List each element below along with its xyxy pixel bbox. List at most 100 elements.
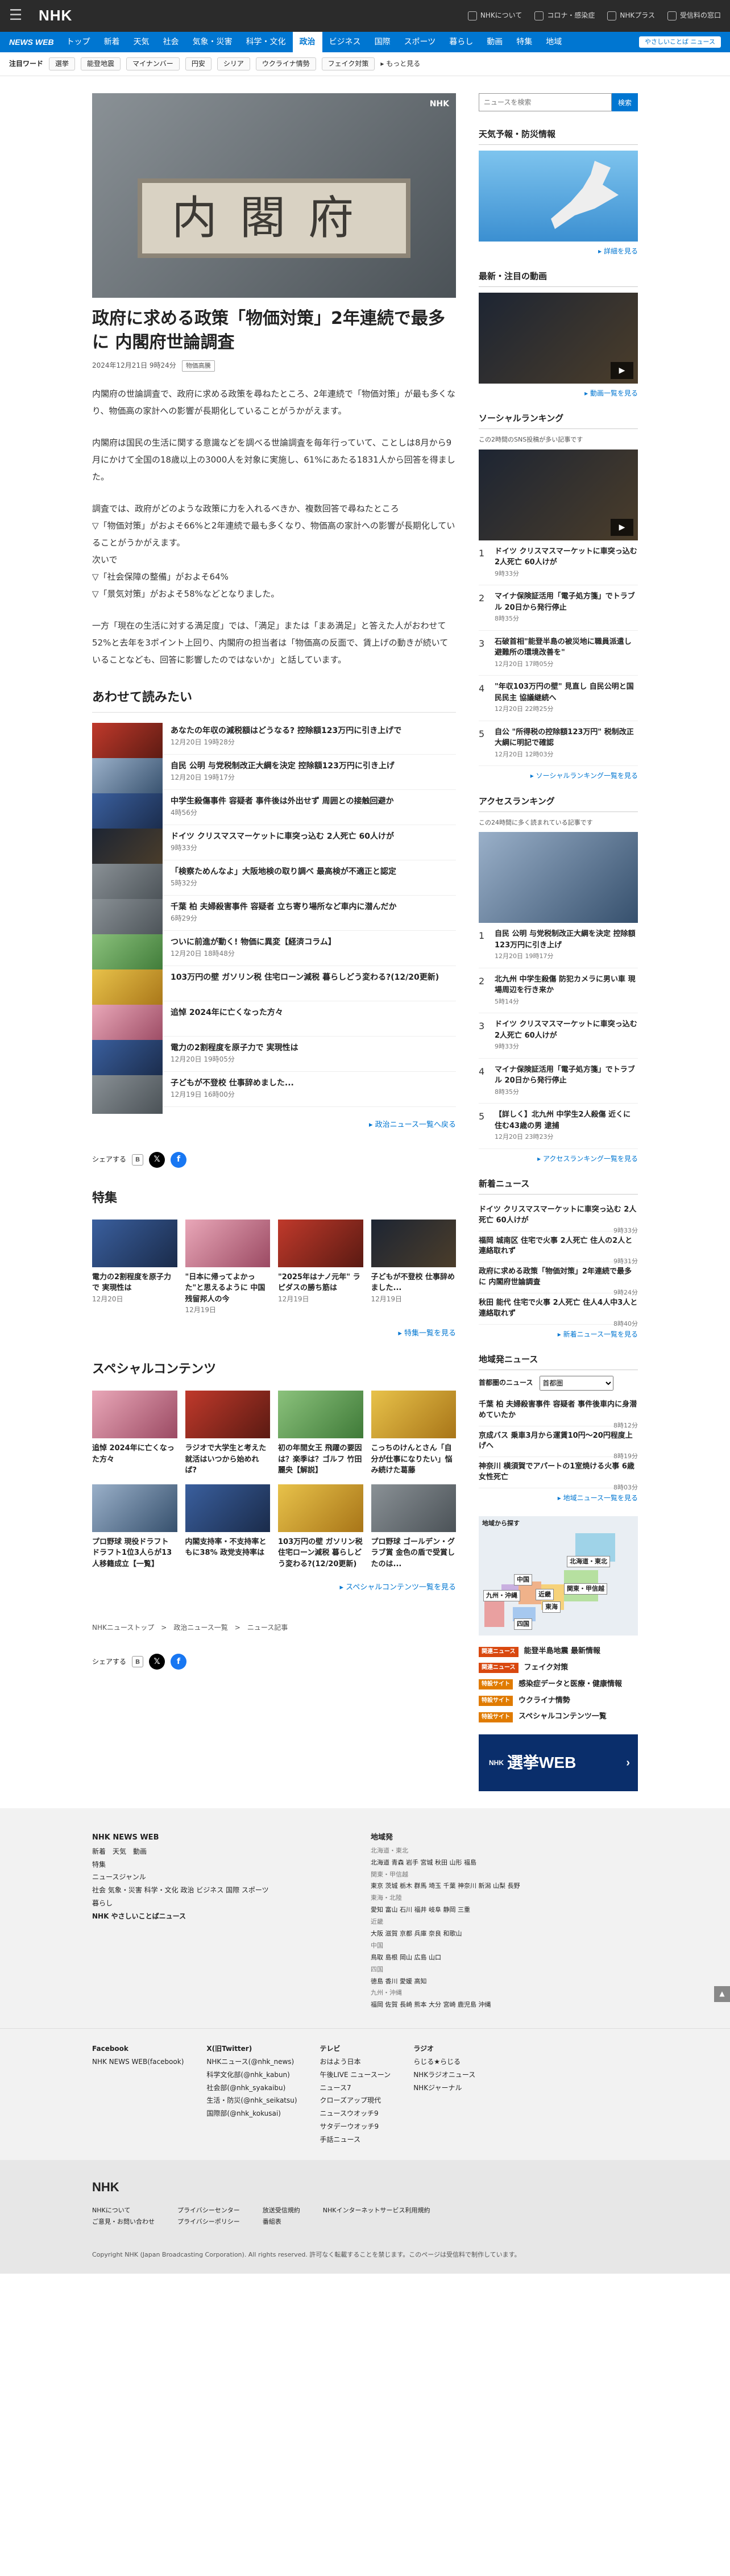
hatena-icon[interactable]: B bbox=[132, 1154, 144, 1166]
nav-video[interactable]: 動画 bbox=[480, 32, 509, 52]
topic-link[interactable]: 関連ニュース フェイク対策 bbox=[479, 1662, 638, 1674]
politics-list-link[interactable]: ▸ 政治ニュース一覧へ戻る bbox=[369, 1121, 456, 1129]
region-link[interactable]: 東海 bbox=[542, 1601, 561, 1613]
nav-society[interactable]: 社会 bbox=[156, 32, 186, 52]
access-thumbnail[interactable] bbox=[479, 832, 638, 923]
special-card[interactable]: プロ野球 ゴールデン・グラブ賞 金色の盾で受賞したのは... bbox=[371, 1484, 456, 1570]
footer-link[interactable]: NHKインターネットサービス利用規約 bbox=[323, 2205, 430, 2216]
nav-science[interactable]: 科学・文化 bbox=[239, 32, 293, 52]
social-more-link[interactable]: ▸ ソーシャルランキング一覧を見る bbox=[530, 772, 638, 780]
ranking-item[interactable]: 2 マイナ保険証活用「電子処方箋」でトラブル 20日から発行停止 8時35分 bbox=[479, 585, 638, 631]
footer-link[interactable]: 放送受信規約 bbox=[263, 2205, 300, 2216]
article-tag[interactable]: 物価高騰 bbox=[181, 360, 215, 372]
video-thumbnail[interactable]: ▶ bbox=[479, 293, 638, 384]
nhk-logo[interactable]: NHK bbox=[39, 4, 72, 28]
ranking-item[interactable]: 5 【詳しく】北九州 中学生2人殺傷 近くに住む43歳の男 逮捕 12月20日 23… bbox=[479, 1104, 638, 1149]
nav-international[interactable]: 国際 bbox=[368, 32, 397, 52]
weather-more-link[interactable]: ▸ 詳細を見る bbox=[598, 247, 638, 255]
keyword-tag[interactable]: シリア bbox=[217, 57, 250, 71]
footer-link[interactable]: NHKについて bbox=[92, 2205, 155, 2216]
special-card[interactable]: 内閣支持率・不支持率ともに38% 政党支持率は bbox=[185, 1484, 270, 1570]
ranking-item[interactable]: 1 ドイツ クリスマスマーケットに車突っ込む 2人死亡 60人けが 9時33分 bbox=[479, 540, 638, 586]
search-button[interactable]: 検索 bbox=[612, 93, 638, 111]
feature-card[interactable]: 子どもが不登校 仕事辞めました... 12月19日 bbox=[371, 1219, 456, 1316]
latest-item[interactable]: ドイツ クリスマスマーケットに車突っ込む 2人死亡 60人けが 9時33分 bbox=[479, 1200, 638, 1234]
social-thumbnail[interactable]: ▶ bbox=[479, 449, 638, 540]
toplink-plus[interactable]: NHKプラス bbox=[607, 10, 655, 21]
keyword-tag[interactable]: 円安 bbox=[185, 57, 211, 71]
latest-item[interactable]: 福岡 城南区 住宅で火事 2人死亡 住人の2人と連絡取れず 9時31分 bbox=[479, 1231, 638, 1265]
feature-card[interactable]: "日本に帰ってよかった"と思えるように 中国残留邦人の今 12月19日 bbox=[185, 1219, 270, 1316]
keyword-tag[interactable]: 能登地震 bbox=[81, 57, 121, 71]
related-item[interactable]: 中学生殺傷事件 容疑者 事件後は外出せず 周囲との接触回避か 4時56分 bbox=[92, 790, 456, 832]
ranking-item[interactable]: 4 マイナ保険証活用「電子処方箋」でトラブル 20日から発行停止 8時35分 bbox=[479, 1059, 638, 1104]
toplink-about[interactable]: NHKについて bbox=[467, 10, 522, 21]
x-icon[interactable]: 𝕏 bbox=[149, 1654, 165, 1670]
nav-disaster[interactable]: 気象・災害 bbox=[186, 32, 239, 52]
nav-top[interactable]: トップ bbox=[60, 32, 97, 52]
topic-link[interactable]: 特設サイト ウクライナ情勢 bbox=[479, 1695, 638, 1707]
search-input[interactable] bbox=[479, 93, 612, 111]
special-card[interactable]: ラジオで大学生と考えた 就活はいつから始めれば? bbox=[185, 1391, 270, 1476]
topic-link[interactable]: 特設サイト 感染症データと医療・健康情報 bbox=[479, 1679, 638, 1691]
ranking-item[interactable]: 1 自民 公明 与党税制改正大綱を決定 控除額123万円に引き上げ 12月20日 1… bbox=[479, 923, 638, 968]
nav-region[interactable]: 地域 bbox=[539, 32, 569, 52]
access-more-link[interactable]: ▸ アクセスランキング一覧を見る bbox=[537, 1155, 638, 1163]
feature-card[interactable]: "2025年はナノ元年" ラピダスの勝ち筋は 12月19日 bbox=[278, 1219, 363, 1316]
local-more-link[interactable]: ▸ 地域ニュース一覧を見る bbox=[558, 1494, 638, 1502]
related-item[interactable]: 追悼 2024年に亡くなった方々 bbox=[92, 1001, 456, 1043]
breadcrumb-item[interactable]: 政治ニュース一覧 bbox=[173, 1622, 227, 1633]
ranking-item[interactable]: 4 "年収103万円の壁" 見直し 自民公明と国民民主 協議継続へ 12月20日 2… bbox=[479, 676, 638, 721]
related-item[interactable]: 103万円の壁 ガソリン税 住宅ローン減税 暮らしどう変わる?(12/20更新) bbox=[92, 966, 456, 1008]
keyword-more-link[interactable]: ▸ もっと見る bbox=[380, 59, 420, 69]
region-link[interactable]: 九州・沖縄 bbox=[483, 1590, 520, 1601]
facebook-icon[interactable]: f bbox=[171, 1151, 187, 1168]
breadcrumb-item[interactable]: NHKニューストップ bbox=[92, 1622, 154, 1633]
menu-icon[interactable]: ☰ bbox=[9, 4, 32, 28]
special-card[interactable]: 103万円の壁 ガソリン税 住宅ローン減税 暮らしどう変わる?(12/20更新) bbox=[278, 1484, 363, 1570]
video-more-link[interactable]: ▸ 動画一覧を見る bbox=[584, 389, 638, 397]
local-item[interactable]: 京成バス 乗車3月から運賃10円〜20円程度上げへ 8時19分 bbox=[479, 1426, 638, 1460]
special-list-link[interactable]: ▸ スペシャルコンテンツ一覧を見る bbox=[339, 1583, 456, 1592]
ranking-item[interactable]: 3 石破首相"能登半島の被災地に職員派遣し避難所の環境改善を" 12月20日 17時… bbox=[479, 631, 638, 676]
latest-item[interactable]: 政府に求める政策「物価対策」2年連続で最多に 内閣府世論調査 9時24分 bbox=[479, 1262, 638, 1296]
keyword-tag[interactable]: フェイク対策 bbox=[321, 57, 375, 71]
nav-life[interactable]: 暮らし bbox=[442, 32, 480, 52]
features-list-link[interactable]: ▸ 特集一覧を見る bbox=[398, 1329, 456, 1338]
nav-business[interactable]: ビジネス bbox=[322, 32, 368, 52]
related-item[interactable]: 電力の2割程度を原子力で 実現性は 12月20日 19時05分 bbox=[92, 1037, 456, 1079]
election-web-banner[interactable]: NHK 選挙WEB › bbox=[479, 1734, 638, 1792]
related-item[interactable]: 子どもが不登校 仕事辞めました... 12月19日 16時00分 bbox=[92, 1072, 456, 1114]
topic-link[interactable]: 特設サイト スペシャルコンテンツ一覧 bbox=[479, 1711, 638, 1723]
related-item[interactable]: 「検察ためんなよ」大阪地検の取り調べ 最高検が不適正と認定 5時32分 bbox=[92, 860, 456, 902]
special-card[interactable]: こっちのけんとさん「自分が仕事になりたい」悩み続けた葛藤 bbox=[371, 1391, 456, 1476]
keyword-tag[interactable]: マイナンバー bbox=[126, 57, 180, 71]
local-item[interactable]: 千葉 柏 夫婦殺害事件 容疑者 事件後車内に身潜めていたか 8時12分 bbox=[479, 1395, 638, 1429]
topic-link[interactable]: 関連ニュース 能登半島地震 最新情報 bbox=[479, 1646, 638, 1658]
special-card[interactable]: 初の年間女王 飛躍の要因は？楽季は？ゴルフ 竹田麗央【解説】 bbox=[278, 1391, 363, 1476]
footer-link[interactable]: 番組表 bbox=[263, 2216, 300, 2228]
footer-link[interactable]: ご意見・お問い合わせ bbox=[92, 2216, 155, 2228]
ranking-item[interactable]: 2 北九州 中学生殺傷 防犯カメラに男い車 現場周辺を行き来か 5時14分 bbox=[479, 968, 638, 1014]
footer-link[interactable]: プライバシーポリシー bbox=[177, 2216, 240, 2228]
facebook-icon[interactable]: f bbox=[171, 1654, 187, 1670]
toplink-fee[interactable]: 受信料の窓口 bbox=[667, 10, 721, 21]
region-link[interactable]: 四国 bbox=[514, 1618, 532, 1630]
ranking-item[interactable]: 5 自公 "所得税の控除額123万円" 税制改正大綱に明記で確認 12月20日 12… bbox=[479, 721, 638, 767]
toplink-corona[interactable]: コロナ・感染症 bbox=[534, 10, 595, 21]
related-item[interactable]: あなたの年収の減税額はどうなる? 控除額123万円に引き上げで 12月20日 19… bbox=[92, 719, 456, 761]
related-item[interactable]: 自民 公明 与党税制改正大綱を決定 控除額123万円に引き上げ 12月20日 19… bbox=[92, 755, 456, 797]
nav-weather[interactable]: 天気 bbox=[127, 32, 156, 52]
region-link[interactable]: 関東・甲信越 bbox=[564, 1583, 607, 1595]
area-select[interactable]: 首都圏 bbox=[540, 1375, 614, 1391]
nav-sports[interactable]: スポーツ bbox=[397, 32, 443, 52]
nav-feature[interactable]: 特集 bbox=[509, 32, 539, 52]
region-link[interactable]: 近畿 bbox=[536, 1589, 554, 1600]
hatena-icon[interactable]: B bbox=[132, 1656, 144, 1668]
related-item[interactable]: 千葉 柏 夫婦殺害事件 容疑者 立ち寄り場所など車内に潜んだか 6時29分 bbox=[92, 896, 456, 938]
news-web-brand[interactable]: NEWS WEB bbox=[9, 36, 54, 48]
easy-news-button[interactable]: やさしいことば ニュース bbox=[639, 36, 721, 48]
latest-item[interactable]: 秋田 能代 住宅で火事 2人死亡 住人4人中3人と連絡取れず 8時40分 bbox=[479, 1293, 638, 1327]
latest-more-link[interactable]: ▸ 新着ニュース一覧を見る bbox=[558, 1330, 638, 1338]
feature-card[interactable]: 電力の2割程度を原子力で 実現性は 12月20日 bbox=[92, 1219, 177, 1316]
